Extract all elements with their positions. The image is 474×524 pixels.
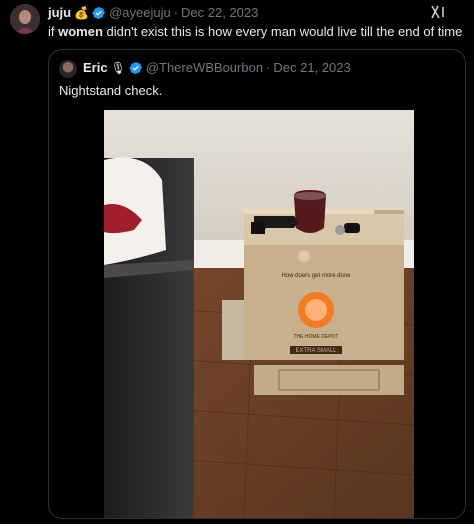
verified-badge-icon	[92, 6, 106, 20]
display-name[interactable]: juju	[48, 5, 71, 20]
quote-display-name[interactable]: Eric	[83, 60, 108, 75]
box-brand: THE HOME DEPOT	[293, 334, 338, 340]
quote-timestamp[interactable]: Dec 21, 2023	[273, 60, 350, 75]
tweet-post[interactable]: juju 💰 @ayeejuju · Dec 22, 2023 if women…	[0, 0, 474, 524]
quote-header: Eric 🎙 @ThereWBBourbon · Dec 21, 2023	[83, 60, 351, 75]
tweet-header: juju 💰 @ayeejuju · Dec 22, 2023	[48, 5, 258, 20]
tweet-text-bold: women	[58, 24, 103, 39]
grok-icon[interactable]	[430, 5, 446, 22]
timestamp[interactable]: Dec 22, 2023	[181, 5, 258, 20]
separator: ·	[173, 5, 179, 20]
avatar[interactable]	[10, 4, 40, 34]
nightstand-photo[interactable]: How doers get more done THE HOME DEPOT E…	[104, 110, 414, 519]
quote-avatar[interactable]	[59, 60, 77, 78]
tweet-text-start: if	[48, 24, 59, 39]
name-emoji: 💰	[74, 5, 90, 20]
quote-name-emoji: 🎙	[110, 60, 126, 75]
quote-separator: ·	[266, 60, 271, 75]
quoted-tweet[interactable]: Eric 🎙 @ThereWBBourbon · Dec 21, 2023 Ni…	[48, 49, 466, 519]
tweet-text-end: didn't exist this is how every man would…	[102, 24, 463, 39]
box-label: EXTRA SMALL	[295, 348, 337, 354]
tweet-text: if women didn't exist this is how every …	[48, 24, 462, 39]
verified-badge-icon	[129, 61, 143, 75]
quote-text: Nightstand check.	[59, 83, 163, 98]
quote-handle[interactable]: @ThereWBBourbon	[146, 60, 263, 75]
box-slogan: How doers get more done	[281, 273, 351, 279]
handle[interactable]: @ayeejuju	[109, 5, 171, 20]
